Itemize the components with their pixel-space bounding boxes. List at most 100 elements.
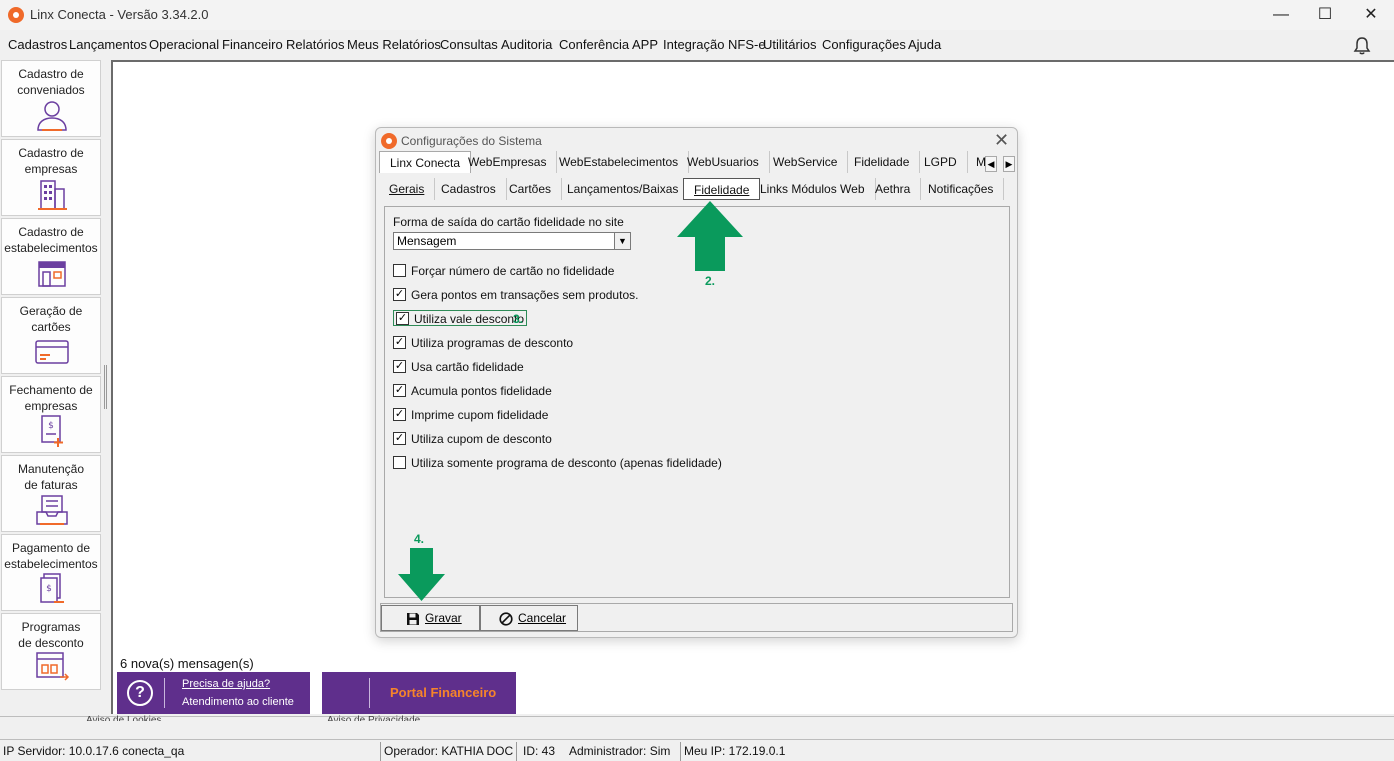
checkbox-utiliza-vale-desconto[interactable]: ✓ Utiliza vale desconto	[393, 310, 528, 327]
sidebar: Cadastro de conveniados Cadastro de empres…	[0, 60, 103, 714]
dialog-button-bar: Gravar Cancelar	[380, 603, 1013, 632]
checkbox-acumula-pontos[interactable]: ✓ Acumula pontos fidelidade	[393, 383, 552, 399]
subtab-links-modulos-web[interactable]: Links Módulos Web	[750, 178, 876, 200]
sidebar-item-geracao-cartoes[interactable]: Geração de cartões	[1, 297, 101, 374]
save-label: Gravar	[425, 611, 462, 625]
help-banner[interactable]: ? Precisa de ajuda? Atendimento ao clien…	[117, 672, 310, 714]
checkbox-usa-cartao-fidelidade[interactable]: ✓ Usa cartão fidelidade	[393, 359, 524, 375]
checkbox-gera-pontos[interactable]: ✓ Gera pontos em transações sem produtos.	[393, 287, 638, 303]
checkbox-utiliza-cupom-desconto[interactable]: ✓ Utiliza cupom de desconto	[393, 431, 552, 447]
maximize-button[interactable]: ☐	[1302, 0, 1348, 30]
checkbox-box[interactable]: ✓	[393, 336, 406, 350]
menu-integracao-nfse[interactable]: Integração NFS-e	[663, 37, 766, 52]
dialog-logo-icon	[381, 133, 397, 149]
checkbox-box[interactable]	[393, 456, 406, 470]
subtab-aethra[interactable]: Aethra	[865, 178, 922, 200]
subtab-cartoes[interactable]: Cartões	[499, 178, 563, 200]
checkbox-box[interactable]: ✓	[393, 288, 406, 302]
cookies-notice-link[interactable]: Aviso de Lookies	[86, 714, 161, 721]
portal-financeiro-label: Portal Financeiro	[390, 685, 497, 700]
menu-bar: Cadastros Lançamentos Operacional Financ…	[0, 32, 1394, 58]
subtab-cadastros[interactable]: Cadastros	[431, 178, 507, 200]
menu-utilitarios[interactable]: Utilitários	[763, 37, 816, 52]
annotation-step-2: 2.	[705, 274, 716, 288]
checkbox-imprime-cupom[interactable]: ✓ Imprime cupom fidelidade	[393, 407, 548, 423]
status-bar: IP Servidor: 10.0.17.6 conecta_qa Operad…	[0, 742, 1394, 761]
tab-webusuarios[interactable]: WebUsuarios	[677, 151, 770, 173]
sidebar-item-fechamento-empresas[interactable]: Fechamento de empresas $	[1, 376, 101, 453]
menu-consultas[interactable]: Consultas	[440, 37, 498, 52]
sidebar-item-label: Fechamento de empresas	[9, 383, 93, 413]
chevron-down-icon[interactable]: ▼	[614, 233, 630, 249]
menu-financeiro[interactable]: Financeiro	[222, 37, 283, 52]
building-icon	[38, 180, 67, 210]
menu-configuracoes[interactable]: Configurações	[822, 37, 906, 52]
menu-conferencia[interactable]: Conferência	[559, 37, 629, 52]
sidebar-item-label: Cadastro de estabelecimentos	[4, 225, 98, 255]
annotation-arrow-up	[677, 201, 743, 271]
subtab-gerais[interactable]: Gerais	[379, 178, 436, 200]
checkbox-utiliza-programas-desconto[interactable]: ✓ Utiliza programas de desconto	[393, 335, 573, 351]
checkbox-box[interactable]: ✓	[393, 432, 406, 446]
cancel-button[interactable]: Cancelar	[480, 605, 578, 631]
menu-cadastros[interactable]: Cadastros	[8, 37, 67, 52]
new-messages-count[interactable]: 6 nova(s) mensagen(s)	[120, 656, 254, 671]
help-link[interactable]: Precisa de ajuda?	[182, 678, 270, 690]
subtab-notificacoes[interactable]: Notificações	[918, 178, 1005, 200]
checkbox-box[interactable]: ✓	[393, 408, 406, 422]
sidebar-item-estabelecimentos[interactable]: Cadastro de estabelecimentos	[1, 218, 101, 295]
sidebar-splitter[interactable]	[104, 365, 107, 409]
checkbox-forcar-numero-cartao[interactable]: Forçar número de cartão no fidelidade	[393, 263, 614, 279]
annotation-arrow-down	[398, 548, 445, 601]
discount-icon	[36, 652, 70, 681]
menu-relatorios[interactable]: Relatórios	[286, 37, 345, 52]
checkbox-box[interactable]: ✓	[396, 312, 409, 326]
menu-app[interactable]: APP	[632, 37, 658, 52]
checkbox-somente-programa-desconto[interactable]: Utiliza somente programa de desconto (ap…	[393, 455, 722, 471]
sidebar-item-manutencao-faturas[interactable]: Manutenção de faturas	[1, 455, 101, 532]
menu-auditoria[interactable]: Auditoria	[501, 37, 552, 52]
menu-ajuda[interactable]: Ajuda	[908, 37, 941, 52]
sidebar-item-label: Pagamento de estabelecimentos	[4, 541, 98, 571]
bell-icon[interactable]	[1352, 36, 1372, 56]
annotation-step-3: 3.	[513, 312, 524, 326]
title-bar: Linx Conecta - Versão 3.34.2.0 — ☐ ✕	[0, 0, 1394, 30]
invoice-close-icon: $	[41, 415, 63, 447]
sidebar-item-label: Cadastro de empresas	[18, 146, 84, 176]
sidebar-item-programas-desconto[interactable]: Programas de desconto	[1, 613, 101, 690]
subtab-fidelidade[interactable]: Fidelidade	[683, 178, 761, 200]
tab-fidelidade[interactable]: Fidelidade	[844, 151, 921, 173]
tab-lgpd[interactable]: LGPD	[914, 151, 968, 173]
portal-financeiro-banner[interactable]: Portal Financeiro	[322, 672, 516, 714]
dialog-close-button[interactable]: ✕	[994, 130, 1009, 151]
tab-webservice[interactable]: WebService	[763, 151, 849, 173]
window-title: Linx Conecta - Versão 3.34.2.0	[30, 7, 209, 22]
menu-lancamentos[interactable]: Lançamentos	[69, 37, 147, 52]
banner-divider	[164, 678, 165, 708]
output-form-select[interactable]: Mensagem ▼	[393, 232, 631, 250]
close-window-button[interactable]: ✕	[1348, 0, 1394, 30]
annotation-step-4: 4.	[414, 532, 425, 546]
output-form-label: Forma de saída do cartão fidelidade no s…	[393, 215, 624, 229]
checkbox-box[interactable]	[393, 264, 406, 278]
menu-meus-relatorios[interactable]: Meus Relatórios	[347, 37, 441, 52]
sidebar-item-pagamento-estabelecimentos[interactable]: Pagamento de estabelecimentos $	[1, 534, 101, 611]
subtab-lancamentos-baixas[interactable]: Lançamentos/Baixas	[557, 178, 690, 200]
privacy-notice-link[interactable]: Aviso de Privacidade	[327, 714, 420, 721]
menu-operacional[interactable]: Operacional	[149, 37, 219, 52]
tab-webestabelecimentos[interactable]: WebEstabelecimentos	[549, 151, 690, 173]
user-icon	[37, 101, 67, 131]
minimize-button[interactable]: —	[1258, 0, 1304, 30]
card-icon	[35, 340, 69, 364]
checkbox-box[interactable]: ✓	[393, 360, 406, 374]
tab-scroll-right-button[interactable]: ▶	[1003, 156, 1015, 172]
tab-webempresas[interactable]: WebEmpresas	[458, 151, 558, 173]
floppy-disk-icon	[407, 612, 419, 625]
save-button[interactable]: Gravar	[381, 605, 480, 631]
payment-icon: $	[40, 573, 64, 603]
tab-scroll-left-button[interactable]: ◀	[985, 156, 997, 172]
status-server: IP Servidor: 10.0.17.6 conecta_qa	[0, 742, 381, 761]
sidebar-item-conveniados[interactable]: Cadastro de conveniados	[1, 60, 101, 137]
sidebar-item-empresas[interactable]: Cadastro de empresas	[1, 139, 101, 216]
checkbox-box[interactable]: ✓	[393, 384, 406, 398]
